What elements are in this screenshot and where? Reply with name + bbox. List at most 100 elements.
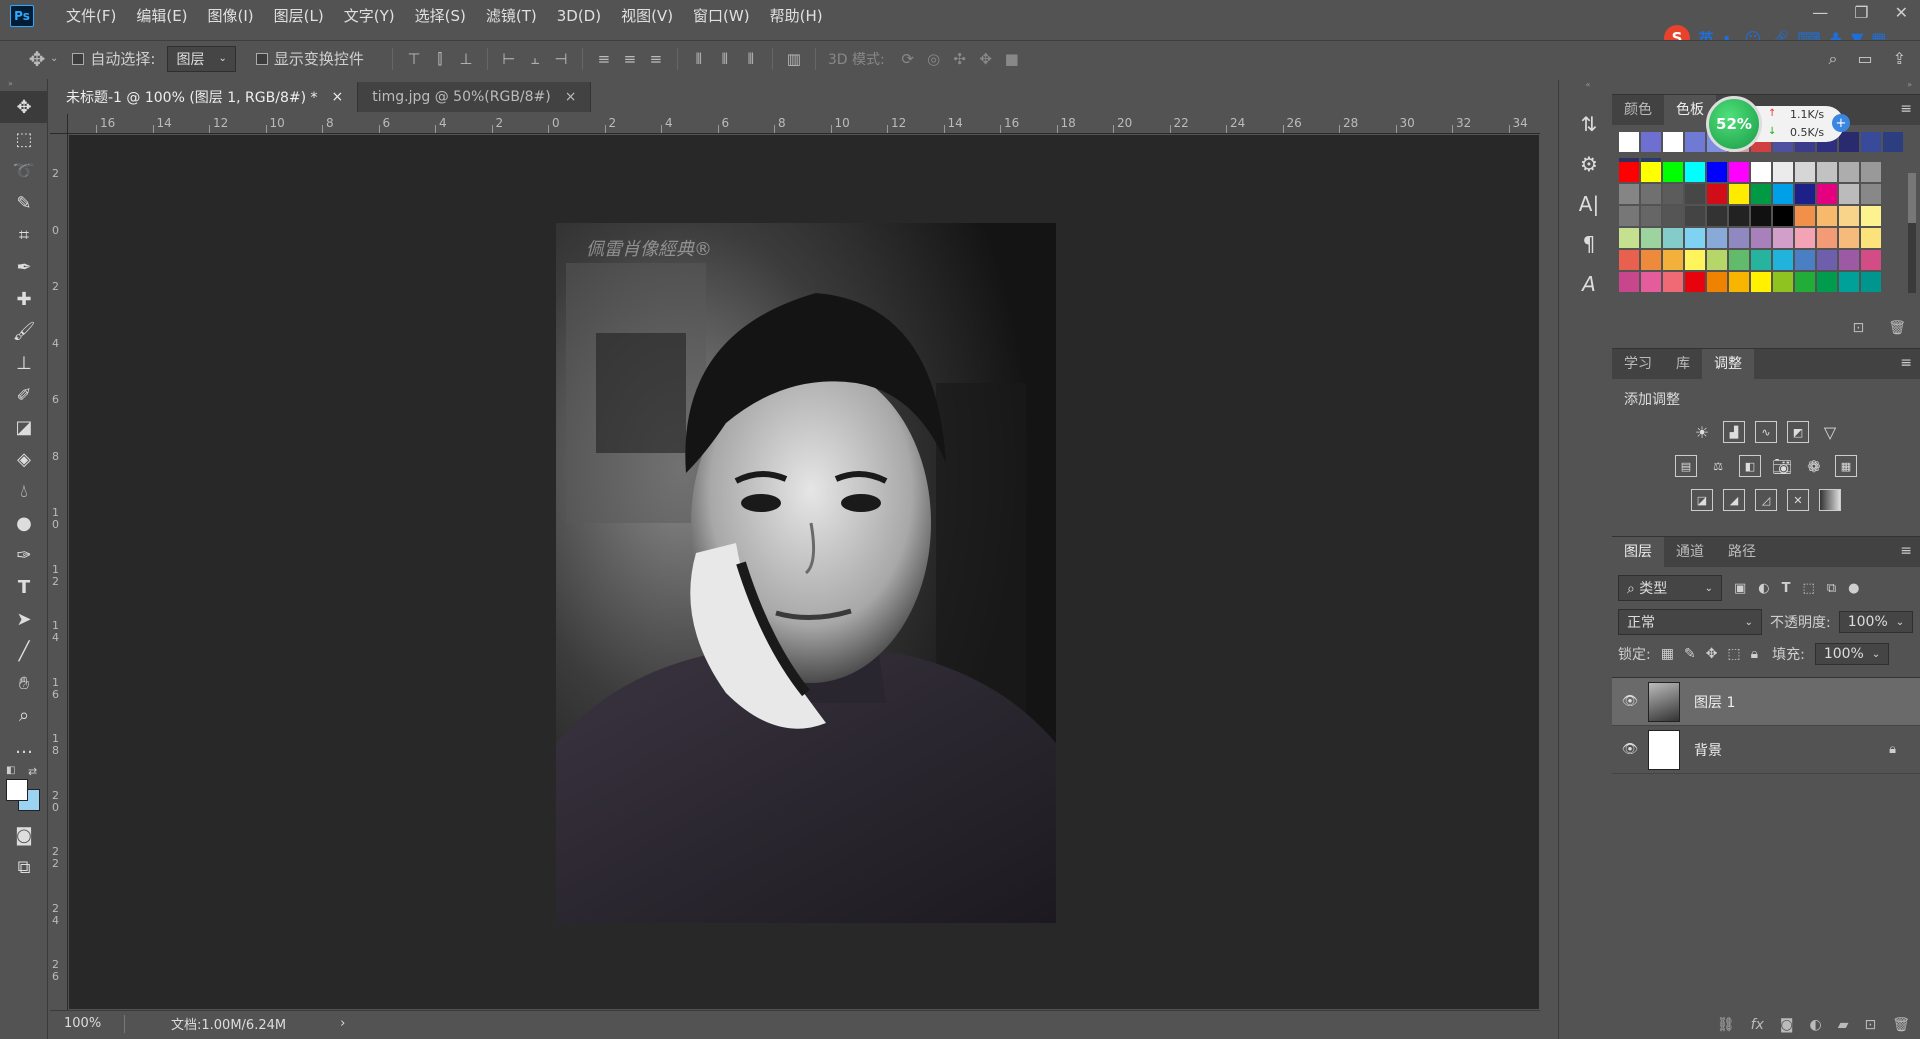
- swatch[interactable]: [1839, 228, 1859, 248]
- network-speed-widget[interactable]: 52% ↑ 1.1K/s ↓ 0.5K/s +: [1706, 96, 1854, 152]
- trash-icon[interactable]: 🗑︎: [1892, 1017, 1910, 1033]
- swap-colors-icon[interactable]: ⇄: [28, 765, 37, 778]
- distribute-top-icon[interactable]: ≡: [591, 46, 617, 72]
- recent-swatch[interactable]: [1861, 132, 1881, 152]
- menu-item-9[interactable]: 窗口(W): [683, 0, 760, 32]
- swatch[interactable]: [1861, 162, 1881, 182]
- lock-pixels-icon[interactable]: ✎: [1684, 646, 1696, 662]
- swatch[interactable]: [1663, 184, 1683, 204]
- pen-tool-icon[interactable]: ✑: [0, 539, 48, 571]
- auto-align-icon[interactable]: ▥: [781, 46, 807, 72]
- new-swatch-icon[interactable]: ⊡: [1852, 320, 1864, 336]
- swatch[interactable]: [1707, 162, 1727, 182]
- swatch[interactable]: [1795, 184, 1815, 204]
- close-icon[interactable]: ×: [332, 89, 344, 105]
- screen-mode-icon[interactable]: ⧉: [0, 851, 48, 883]
- swatch[interactable]: [1663, 228, 1683, 248]
- zoom-tool-icon[interactable]: ⌕: [0, 699, 48, 731]
- distribute-left-icon[interactable]: ⦀: [686, 46, 712, 72]
- hue-saturation-icon[interactable]: ▤: [1675, 455, 1697, 477]
- menu-item-10[interactable]: 帮助(H): [760, 0, 833, 32]
- blur-tool-icon[interactable]: 💧︎: [0, 475, 48, 507]
- swatch[interactable]: [1773, 228, 1793, 248]
- invert-icon[interactable]: ◪: [1691, 489, 1713, 511]
- 3d-slide-icon[interactable]: ✥: [973, 46, 999, 72]
- swatch[interactable]: [1861, 272, 1881, 292]
- swatch[interactable]: [1861, 228, 1881, 248]
- paint-bucket-tool-icon[interactable]: ◈: [0, 443, 48, 475]
- exposure-icon[interactable]: ◩: [1787, 421, 1809, 443]
- eraser-tool-icon[interactable]: ◪: [0, 411, 48, 443]
- tab-layers[interactable]: 图层: [1612, 537, 1664, 567]
- channel-mixer-icon[interactable]: ❁: [1803, 455, 1825, 477]
- filter-adjustment-icon[interactable]: ◐: [1758, 581, 1769, 596]
- opacity-input[interactable]: 100% ⌄: [1838, 611, 1914, 633]
- swatch[interactable]: [1817, 206, 1837, 226]
- healing-brush-tool-icon[interactable]: ✚: [0, 283, 48, 315]
- default-colors-icon[interactable]: ◧: [6, 765, 15, 776]
- swatch[interactable]: [1663, 272, 1683, 292]
- swatch[interactable]: [1729, 272, 1749, 292]
- 3d-scale-icon[interactable]: ■: [999, 46, 1025, 72]
- menu-item-5[interactable]: 选择(S): [405, 0, 476, 32]
- properties-panel-icon[interactable]: ⚙︎: [1559, 144, 1619, 184]
- vertical-ruler[interactable]: 2 0 2 4 6 8 10 12 14 16 18 20 22 24 26: [50, 134, 68, 1010]
- foreground-color[interactable]: [6, 779, 28, 801]
- swatch[interactable]: [1839, 250, 1859, 270]
- recent-swatch[interactable]: [1663, 132, 1683, 152]
- lock-position-icon[interactable]: ✥: [1706, 646, 1718, 662]
- lock-transparent-icon[interactable]: ▦: [1661, 646, 1674, 662]
- lock-artboard-icon[interactable]: ⬚: [1727, 646, 1740, 662]
- recent-swatch[interactable]: [1685, 132, 1705, 152]
- workspace-icon[interactable]: ▭: [1857, 49, 1872, 69]
- swatch[interactable]: [1773, 162, 1793, 182]
- new-layer-icon[interactable]: ⊡: [1864, 1017, 1876, 1033]
- swatch-scrollbar[interactable]: [1908, 173, 1916, 293]
- swatch[interactable]: [1795, 162, 1815, 182]
- status-arrow-icon[interactable]: ›: [340, 1016, 345, 1031]
- menu-item-7[interactable]: 3D(D): [547, 0, 611, 32]
- curves-icon[interactable]: ∿: [1755, 421, 1777, 443]
- eyedropper-tool-icon[interactable]: ✒: [0, 251, 48, 283]
- panel-menu-icon[interactable]: ≡: [1900, 543, 1912, 559]
- swatch[interactable]: [1729, 206, 1749, 226]
- move-tool-icon[interactable]: ✥: [24, 46, 50, 72]
- character-panel-icon[interactable]: A|: [1559, 184, 1619, 224]
- swatch[interactable]: [1839, 184, 1859, 204]
- swatch[interactable]: [1861, 184, 1881, 204]
- distribute-hcenter-icon[interactable]: ⦀: [712, 46, 738, 72]
- swatch[interactable]: [1751, 206, 1771, 226]
- swatch[interactable]: [1773, 272, 1793, 292]
- add-mask-icon[interactable]: ◙: [1780, 1017, 1794, 1033]
- selective-color-icon[interactable]: ✕: [1787, 489, 1809, 511]
- swatch[interactable]: [1751, 272, 1771, 292]
- zoom-level[interactable]: 100%: [64, 1016, 124, 1031]
- quick-mask-icon[interactable]: ◙: [0, 819, 48, 851]
- swatch[interactable]: [1641, 162, 1661, 182]
- tab-color[interactable]: 颜色: [1612, 95, 1664, 125]
- crop-tool-icon[interactable]: ⌗: [0, 219, 48, 251]
- collapse-icon[interactable]: »: [1612, 80, 1920, 94]
- swatch[interactable]: [1795, 250, 1815, 270]
- swatch[interactable]: [1685, 250, 1705, 270]
- history-panel-icon[interactable]: ⇅: [1559, 104, 1619, 144]
- fill-input[interactable]: 100% ⌄: [1814, 643, 1890, 665]
- menu-item-8[interactable]: 视图(V): [611, 0, 683, 32]
- align-right-icon[interactable]: ⊣: [548, 46, 574, 72]
- glyphs-panel-icon[interactable]: A: [1559, 264, 1619, 304]
- new-group-icon[interactable]: ▰: [1838, 1017, 1849, 1033]
- align-vcenter-icon[interactable]: ⫿: [427, 46, 453, 72]
- history-brush-tool-icon[interactable]: ✐: [0, 379, 48, 411]
- swatch[interactable]: [1707, 272, 1727, 292]
- collapse-icon[interactable]: »: [0, 79, 47, 91]
- swatch[interactable]: [1729, 162, 1749, 182]
- recent-swatch[interactable]: [1883, 132, 1903, 152]
- 3d-orbit-icon[interactable]: ⟳: [895, 46, 921, 72]
- swatch[interactable]: [1773, 206, 1793, 226]
- panel-menu-icon[interactable]: ≡: [1900, 355, 1912, 371]
- color-lookup-icon[interactable]: ▦: [1835, 455, 1857, 477]
- tab-paths[interactable]: 路径: [1716, 537, 1768, 567]
- swatch[interactable]: [1685, 162, 1705, 182]
- photo-filter-icon[interactable]: 📷︎: [1771, 455, 1793, 477]
- align-top-icon[interactable]: ⊤: [401, 46, 427, 72]
